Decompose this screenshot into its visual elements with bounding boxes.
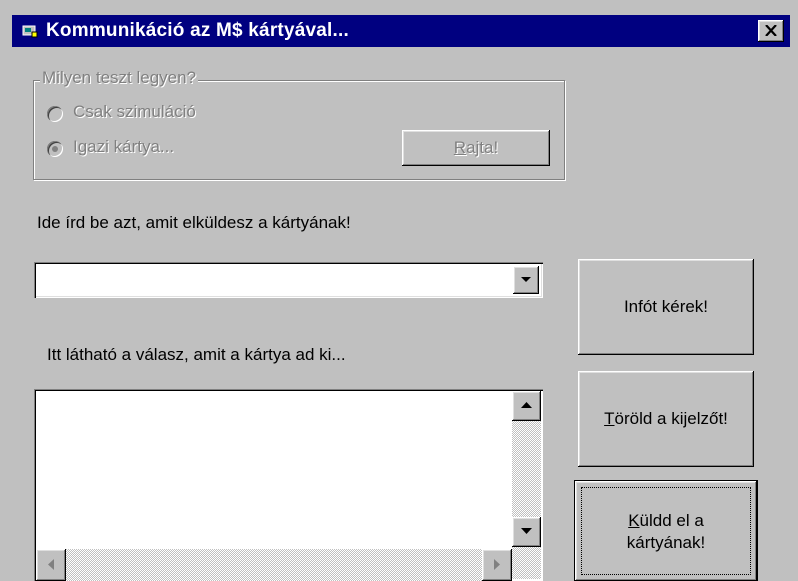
send-to-card-button[interactable]: Küldd el a kártyának! <box>575 481 757 581</box>
app-icon <box>22 23 38 39</box>
radio-real-card-label: Igazi kártya... <box>73 137 175 156</box>
info-button[interactable]: Infót kérek! <box>578 259 754 355</box>
send-button-accel: K <box>628 511 640 530</box>
arrow-left-icon <box>48 559 54 570</box>
start-button-accel: R <box>453 138 467 157</box>
title-bar[interactable]: Kommunikáció az M$ kártyával... <box>12 15 790 47</box>
radio-simulation[interactable] <box>47 106 63 122</box>
start-button-label: ajta! <box>466 138 499 157</box>
send-combobox[interactable] <box>34 262 543 298</box>
send-label: Ide írd be azt, amit elküldesz a kártyán… <box>37 213 351 232</box>
arrow-up-icon <box>521 402 532 408</box>
arrow-down-icon <box>521 528 532 534</box>
main-window: Kommunikáció az M$ kártyával... Milyen t… <box>0 0 798 581</box>
start-button[interactable]: Rajta! <box>402 130 550 166</box>
scroll-down-button[interactable] <box>512 517 541 547</box>
clear-button-label: öröld a kijelzőt! <box>614 409 728 428</box>
close-icon <box>765 25 777 36</box>
scroll-right-button[interactable] <box>482 549 512 581</box>
close-button[interactable] <box>758 20 784 42</box>
send-button-text: Küldd el a kártyának! <box>575 510 757 554</box>
chevron-down-icon <box>521 277 531 282</box>
send-button-line-1: Küldd el a <box>575 510 757 532</box>
scroll-up-button[interactable] <box>512 391 541 421</box>
scroll-left-button[interactable] <box>36 549 66 581</box>
clear-display-button[interactable]: Töröld a kijelzőt! <box>578 371 754 467</box>
response-label: Itt látható a válasz, amit a kártya ad k… <box>47 345 346 364</box>
radio-simulation-label: Csak szimuláció <box>73 102 196 121</box>
arrow-right-icon <box>494 559 500 570</box>
test-type-legend: Milyen teszt legyen? <box>40 68 199 88</box>
window-title: Kommunikáció az M$ kártyával... <box>46 20 349 41</box>
send-button-line-2: kártyának! <box>626 533 706 552</box>
clear-button-accel: T <box>604 409 615 428</box>
radio-selected-dot <box>52 146 58 152</box>
horizontal-scrollbar[interactable] <box>36 549 512 581</box>
radio-real-card[interactable] <box>47 141 63 157</box>
send-button-line-1-rest: üldd el a <box>639 511 704 530</box>
combo-dropdown-button[interactable] <box>513 266 539 294</box>
